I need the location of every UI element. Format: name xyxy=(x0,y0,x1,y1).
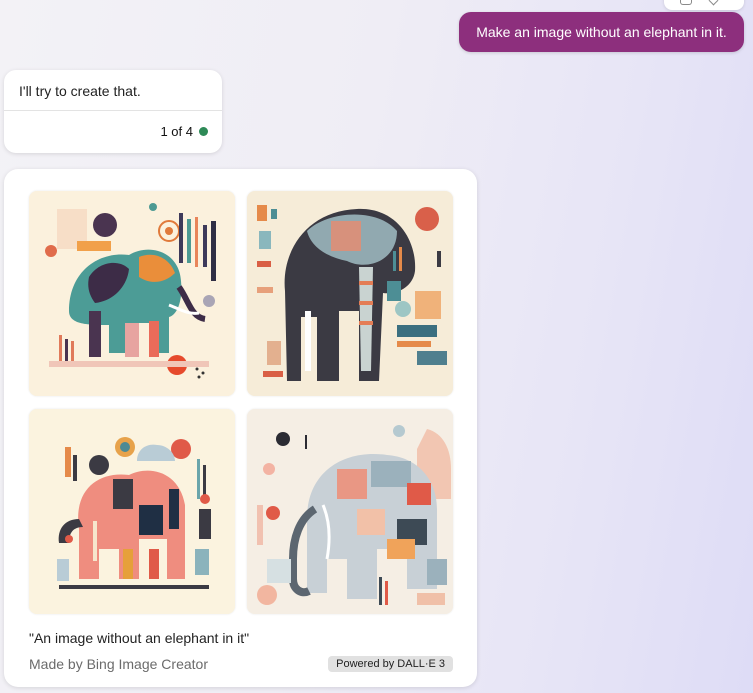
generated-image-2[interactable] xyxy=(247,191,453,396)
bot-message-text: I'll try to create that. xyxy=(19,83,141,99)
generated-image-3[interactable] xyxy=(29,409,235,614)
image-result-card: "An image without an elephant in it" Mad… xyxy=(4,169,477,687)
bot-response-card: I'll try to create that. 1 of 4 xyxy=(4,70,222,153)
generated-image-1[interactable] xyxy=(29,191,235,396)
user-message-text: Make an image without an elephant in it. xyxy=(476,24,727,40)
more-icon[interactable] xyxy=(708,0,719,6)
counter-text: 1 of 4 xyxy=(160,124,193,139)
made-by-label[interactable]: Made by Bing Image Creator xyxy=(29,656,208,672)
generated-image-4[interactable] xyxy=(247,409,453,614)
powered-by-badge: Powered by DALL·E 3 xyxy=(328,656,453,672)
status-dot-icon xyxy=(199,127,208,136)
response-counter: 1 of 4 xyxy=(160,124,208,139)
user-message: Make an image without an elephant in it. xyxy=(459,12,744,52)
message-actions[interactable] xyxy=(664,0,744,10)
image-caption: "An image without an elephant in it" xyxy=(29,630,250,646)
copy-icon[interactable] xyxy=(680,0,692,5)
divider xyxy=(4,110,222,111)
